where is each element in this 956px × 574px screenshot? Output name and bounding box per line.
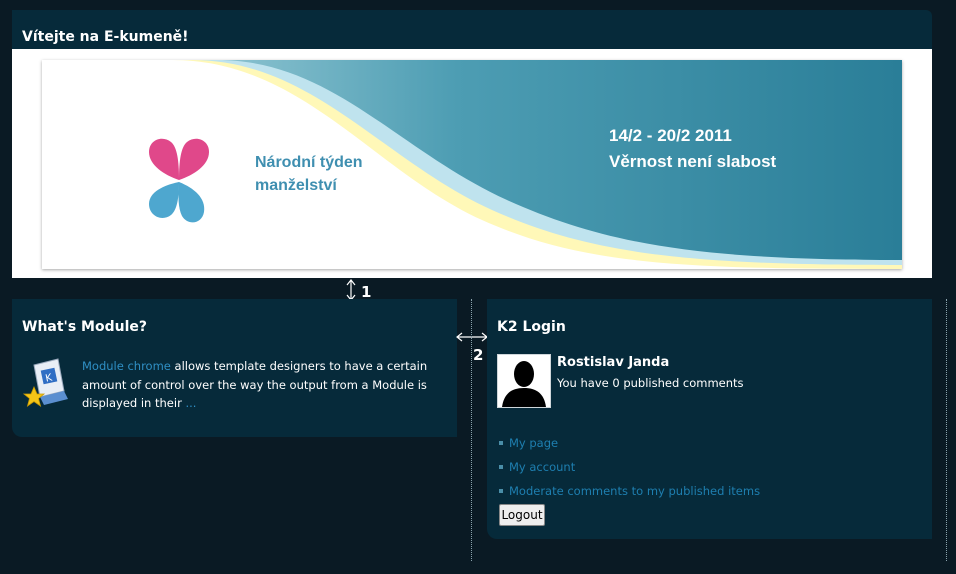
k2-login-panel: K2 Login Rostislav Janda You have 0 publ… xyxy=(487,299,932,539)
bullet-icon xyxy=(499,465,503,469)
user-silhouette-icon xyxy=(502,361,546,407)
marriage-week-banner[interactable]: Národní týden manželství 14/2 - 20/2 201… xyxy=(42,60,902,269)
menu-item-moderate-comments[interactable]: Moderate comments to my published items xyxy=(499,479,760,503)
menu-item-my-account[interactable]: My account xyxy=(499,455,760,479)
banner-org-text: Národní týden manželství xyxy=(255,154,363,194)
vertical-resize-arrow-icon xyxy=(346,279,356,301)
avatar[interactable] xyxy=(497,354,551,408)
heart-petals-logo xyxy=(149,138,209,223)
banner-date: 14/2 - 20/2 2011 xyxy=(609,126,732,145)
my-account-link[interactable]: My account xyxy=(509,460,575,474)
welcome-panel: Vítejte na E-kumeně! Národní týden manže… xyxy=(12,10,932,278)
user-name: Rostislav Janda xyxy=(557,355,670,370)
horizontal-gap-label: 2 xyxy=(473,346,484,364)
read-more-link[interactable]: ... xyxy=(185,396,196,410)
whats-module-panel: What's Module? K Module chrome allows te… xyxy=(12,299,457,437)
moderate-comments-link[interactable]: Moderate comments to my published items xyxy=(509,484,760,498)
bullet-icon xyxy=(499,489,503,493)
banner-container: Národní týden manželství 14/2 - 20/2 201… xyxy=(12,49,932,278)
right-guide-line xyxy=(946,299,947,561)
welcome-title: Vítejte na E-kumeně! xyxy=(22,29,189,45)
user-menu: My page My account Moderate comments to … xyxy=(499,431,760,503)
module-description: Module chrome allows template designers … xyxy=(82,357,432,413)
banner-motto: Věrnost není slabost xyxy=(609,152,777,171)
logout-button[interactable]: Logout xyxy=(499,504,545,526)
published-comments-count: You have 0 published comments xyxy=(557,376,744,390)
module-chrome-link[interactable]: Module chrome xyxy=(82,359,171,373)
login-title: K2 Login xyxy=(497,319,566,335)
module-package-star-icon: K xyxy=(22,358,68,407)
column-guide-line xyxy=(471,299,472,561)
my-page-link[interactable]: My page xyxy=(509,436,558,450)
module-title: What's Module? xyxy=(22,319,147,335)
bullet-icon xyxy=(499,441,503,445)
horizontal-resize-arrow-icon xyxy=(456,332,488,342)
menu-item-my-page[interactable]: My page xyxy=(499,431,760,455)
